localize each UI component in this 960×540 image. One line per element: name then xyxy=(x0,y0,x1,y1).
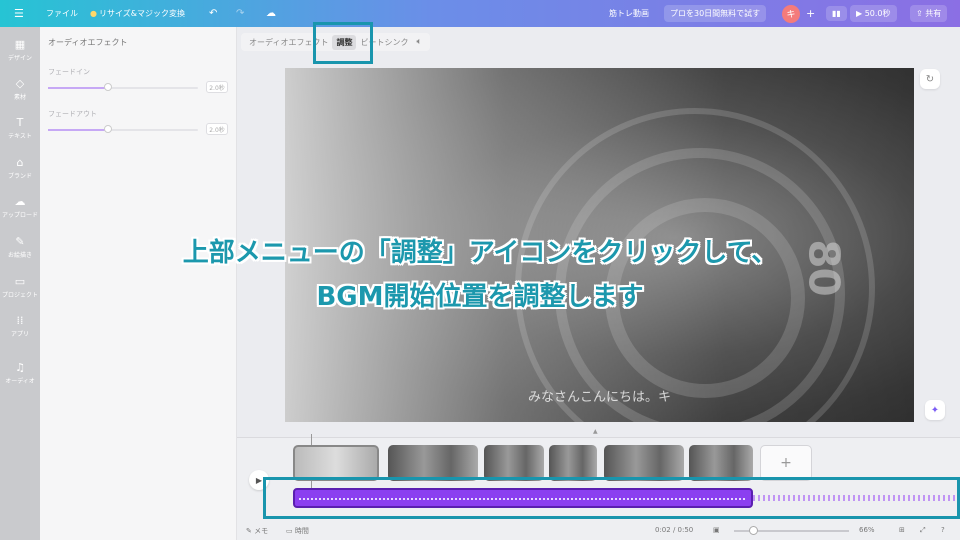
duration-label: 50.0秒 xyxy=(864,9,891,18)
rail-apps[interactable]: ⁞⁞ アプリ xyxy=(0,314,40,339)
clock-icon: ▭ xyxy=(286,527,295,535)
fade-in-value[interactable]: 2.0秒 xyxy=(206,81,228,93)
adjust-tab-highlight xyxy=(313,22,373,64)
fade-out-label: フェードアウト xyxy=(48,110,97,118)
file-menu[interactable]: ファイル xyxy=(46,0,78,27)
apps-icon: ⁞⁞ xyxy=(16,314,24,327)
time-label: 時間 xyxy=(294,527,309,535)
analytics-button[interactable]: ▮▮ xyxy=(826,0,847,27)
magic-sparkle-icon[interactable]: ✦ xyxy=(925,400,945,420)
avatar-initial: キ xyxy=(782,4,800,23)
video-clip[interactable] xyxy=(293,445,379,481)
fade-in-fill xyxy=(48,87,108,89)
video-clip[interactable] xyxy=(689,445,753,481)
music-icon: ♫ xyxy=(15,361,25,374)
rail-label: テキスト xyxy=(8,133,32,140)
rail-label: オーディオ xyxy=(5,378,35,385)
fullscreen-icon[interactable]: ⤢ xyxy=(920,526,926,535)
resize-label: リサイズ&マジック変換 xyxy=(98,9,185,18)
undo-icon[interactable]: ↶ xyxy=(209,0,217,27)
share-label: 共有 xyxy=(925,9,942,18)
text-icon: T xyxy=(16,116,24,129)
play-icon: ▶ xyxy=(856,9,865,18)
document-title[interactable]: 筋トレ動画 xyxy=(609,0,649,27)
refresh-icon[interactable]: ↻ xyxy=(920,69,940,89)
rail-label: ブランド xyxy=(7,173,32,180)
fade-out-slider[interactable] xyxy=(48,129,198,131)
fade-out-fill xyxy=(48,129,108,131)
redo-icon[interactable]: ↷ xyxy=(236,0,244,27)
chevron-up-icon[interactable]: ▲ xyxy=(593,428,598,435)
rail-text[interactable]: T テキスト xyxy=(0,116,40,141)
video-clip[interactable] xyxy=(549,445,597,481)
elements-icon: ◇ xyxy=(15,77,25,90)
crown-icon: ● xyxy=(90,9,97,18)
hamburger-icon[interactable]: ☰ xyxy=(14,0,24,27)
time-button[interactable]: ▭ 時間 xyxy=(286,526,309,536)
fade-in-knob[interactable] xyxy=(104,83,112,91)
rail-label: アップロード xyxy=(1,212,38,219)
video-clip[interactable] xyxy=(388,445,478,481)
rail-label: 素材 xyxy=(13,94,26,101)
add-clip-button[interactable]: + xyxy=(760,445,812,481)
rail-audio[interactable]: ♫ オーディオ xyxy=(0,361,40,386)
rail-brand[interactable]: ⌂ ブランド xyxy=(0,156,40,181)
zoom-percent: 66% xyxy=(859,526,875,534)
video-clip[interactable] xyxy=(484,445,544,481)
avatar[interactable]: キ xyxy=(782,0,800,27)
panel-title: オーディオエフェクト xyxy=(48,38,128,47)
fade-out-knob[interactable] xyxy=(104,125,112,133)
grid-view-icon[interactable]: ▣ xyxy=(713,526,720,534)
brand-icon: ⌂ xyxy=(16,156,24,169)
bar-chart-icon: ▮▮ xyxy=(826,6,847,21)
rail-elements[interactable]: ◇ 素材 xyxy=(0,77,40,102)
memo-label: メモ xyxy=(254,527,269,535)
pro-trial-button[interactable]: プロを30日間無料で試す xyxy=(664,0,767,27)
share-button[interactable]: ⇪ 共有 xyxy=(910,0,948,27)
upload-icon: ☁ xyxy=(14,195,26,208)
play-button[interactable]: ▶ 50.0秒 xyxy=(850,0,897,27)
upload-icon: ⇪ xyxy=(916,9,926,18)
rail-label: デザイン xyxy=(7,55,32,62)
help-icon[interactable]: ? xyxy=(941,526,945,534)
design-icon: ▦ xyxy=(14,38,26,51)
video-subtitle: みなさんこんにちは。キ xyxy=(527,390,671,405)
zoom-knob[interactable] xyxy=(749,526,758,535)
rail-design[interactable]: ▦ デザイン xyxy=(0,38,40,63)
pro-trial-label: プロを30日間無料で試す xyxy=(664,5,767,22)
cloud-save-icon[interactable]: ☁ xyxy=(266,0,276,27)
add-member-icon[interactable]: + xyxy=(806,0,815,27)
time-readout: 0:02 / 0:50 xyxy=(655,526,694,534)
memo-button[interactable]: ✎ メモ xyxy=(246,526,268,536)
fade-in-slider[interactable] xyxy=(48,87,198,89)
rail-label: アプリ xyxy=(10,331,29,338)
status-bar: ✎ メモ ▭ 時間 0:02 / 0:50 ▣ 66% ⊞ ⤢ ? xyxy=(237,522,960,540)
pages-icon[interactable]: ⊞ xyxy=(899,526,905,534)
video-clip[interactable] xyxy=(604,445,684,481)
fade-in-label: フェードイン xyxy=(48,68,90,76)
memo-icon: ✎ xyxy=(246,527,255,535)
audio-track-highlight xyxy=(263,477,960,519)
fade-out-value[interactable]: 2.0秒 xyxy=(206,123,228,135)
tutorial-caption-line-2: BGM開始位置を調整します xyxy=(316,282,644,312)
top-bar: ☰ ファイル ● リサイズ&マジック変換 ↶ ↷ ☁ 筋トレ動画 プロを30日間… xyxy=(0,0,960,27)
speaker-icon[interactable]: 🔈︎ xyxy=(412,35,425,49)
tutorial-caption-line-1: 上部メニューの「調整」アイコンをクリックして、 xyxy=(182,238,778,268)
rail-upload[interactable]: ☁ アップロード xyxy=(0,195,40,220)
resize-button[interactable]: ● リサイズ&マジック変換 xyxy=(90,0,185,27)
